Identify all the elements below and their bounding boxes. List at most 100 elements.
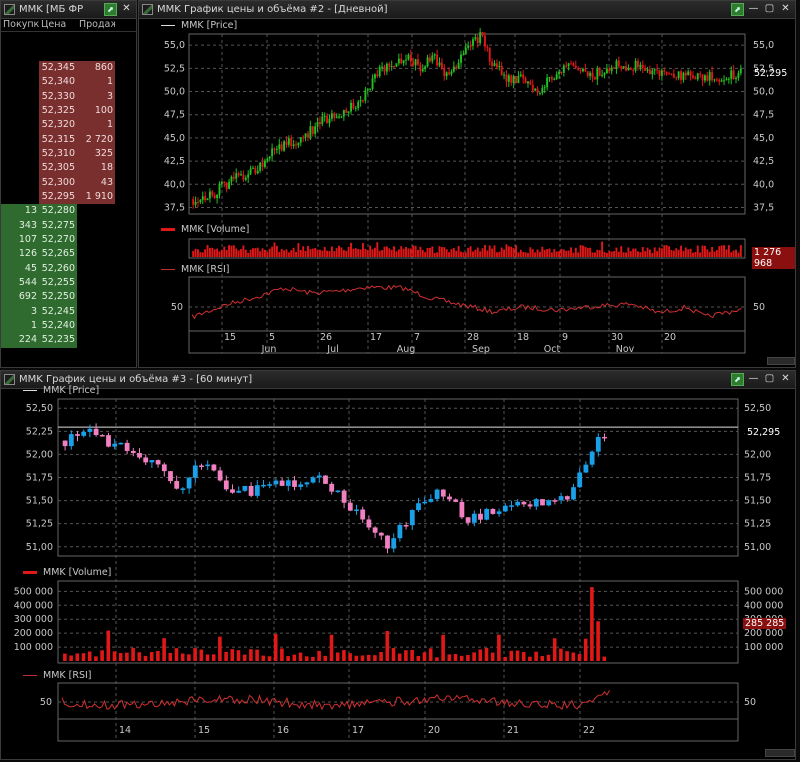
volume-bar [459,655,464,661]
hourly-scrollbar[interactable] [765,749,795,757]
volume-bar [194,248,197,257]
volume-bar [584,246,587,257]
sell-row[interactable]: 52,295 1 910 [1,189,136,205]
volume-bar [694,251,697,257]
candle-body [192,465,198,478]
rsi-tick-left: 50 [40,697,52,708]
volume-bar [395,251,398,257]
header-sell[interactable]: Продаж [77,19,115,31]
buy-row[interactable]: 224 52,235 [1,333,136,348]
close-icon[interactable]: ✕ [120,3,133,16]
candle-body [548,77,551,79]
sell-row[interactable]: 52,345 860 [1,61,136,76]
volume-bar [224,651,228,661]
buy-row[interactable]: 107 52,270 [1,232,136,248]
buy-row[interactable]: 1 52,240 [1,318,136,334]
sell-row[interactable]: 52,315 2 720 [1,132,136,147]
candle-body [529,81,532,85]
hourly-chart-canvas[interactable]: 52,5052,5052,2552,2552,0052,0051,7551,75… [1,371,796,760]
sell-row[interactable]: 52,305 18 [1,161,136,176]
buy-row[interactable]: 544 52,255 [1,275,136,291]
candle-body [205,464,211,467]
volume-bar [137,652,142,661]
bid-qty: 13 [1,204,39,219]
candle-body [391,538,397,549]
candle-body [271,148,274,157]
candle-body [479,32,482,44]
order-book-window[interactable]: MMK [МБ ФР ⬈ ✕ Покупк Цена Продаж 52,345… [0,0,137,368]
candle-body [524,78,527,84]
volume-bar [589,247,592,257]
ask-qty: 43 [77,175,115,190]
volume-bar [235,248,238,257]
volume-bar [285,249,288,257]
pin-icon[interactable]: ⬈ [104,3,117,16]
daily-chart-window[interactable]: MMK График цены и объёма #2 - [Дневной] … [138,0,796,368]
candle-body [341,490,347,503]
volume-bar [481,248,484,257]
volume-bar [687,249,690,257]
volume-bar [586,247,589,257]
candle-body [372,527,378,533]
volume-bar [180,653,185,661]
volume-bar [431,246,434,257]
sell-row[interactable]: 52,320 1 [1,118,136,133]
order-book-titlebar[interactable]: MMK [МБ ФР ⬈ ✕ [1,1,136,19]
price: 52,295 [39,189,77,205]
volume-bar [625,252,627,257]
buy-row[interactable]: 126 52,265 [1,247,136,262]
candle-body [687,71,690,76]
header-buy[interactable]: Покупк [1,19,39,31]
header-price[interactable]: Цена [39,19,77,31]
candle-body [465,517,471,523]
volume-bar [187,654,191,661]
sell-row[interactable]: 52,340 1 [1,75,136,90]
volume-bar [407,248,410,257]
candle-body [617,60,620,67]
volume-bar [474,249,477,257]
volume-bar [565,250,568,257]
volume-bar [236,650,241,661]
volume-bar [603,251,606,257]
volume-bar [252,248,254,257]
volume-bar [503,249,506,257]
buy-row[interactable]: 3 52,245 [1,304,136,319]
volume-bar [424,252,427,257]
candle-body [564,496,570,500]
candle-body [364,90,367,101]
candle-body [283,141,286,151]
volume-bar [596,621,600,661]
volume-bar [590,587,594,661]
candle-body [565,65,568,67]
candle-body [663,70,666,73]
sell-row[interactable]: 52,310 325 [1,146,136,162]
volume-bar [299,249,302,257]
daily-scrollbar[interactable] [767,357,795,365]
candle-body [484,509,490,520]
month-tick: Jun [261,344,277,355]
candle-body [727,78,730,80]
price-tick-left: 51,00 [26,542,53,553]
volume-bar [162,638,166,661]
candle-body [608,68,611,72]
candle-body [87,428,93,432]
volume-bar [610,251,613,257]
sell-row[interactable]: 52,325 100 [1,103,136,119]
candle-body [694,77,697,80]
daily-chart-canvas[interactable]: 55,0 55,052,5 52,550,0 50,047,5 47,545,0 45,0… [139,1,796,368]
volume-bar [290,250,293,257]
buy-row[interactable]: 343 52,275 [1,218,136,233]
sell-row[interactable]: 52,330 3 [1,89,136,104]
buy-row[interactable]: 45 52,260 [1,261,136,276]
hourly-chart-window[interactable]: MMK График цены и объёма #3 - [60 минут]… [0,370,796,760]
volume-bar [682,250,685,257]
sell-row[interactable]: 52,300 43 [1,175,136,190]
volume-bar [469,246,472,257]
candle-body [445,72,448,77]
volume-bar [333,251,336,257]
volume-bar [213,249,216,257]
candle-body [582,68,584,72]
buy-row[interactable]: 13 52,280 [1,204,136,219]
buy-row[interactable]: 692 52,250 [1,290,136,305]
candle-body [326,115,329,124]
